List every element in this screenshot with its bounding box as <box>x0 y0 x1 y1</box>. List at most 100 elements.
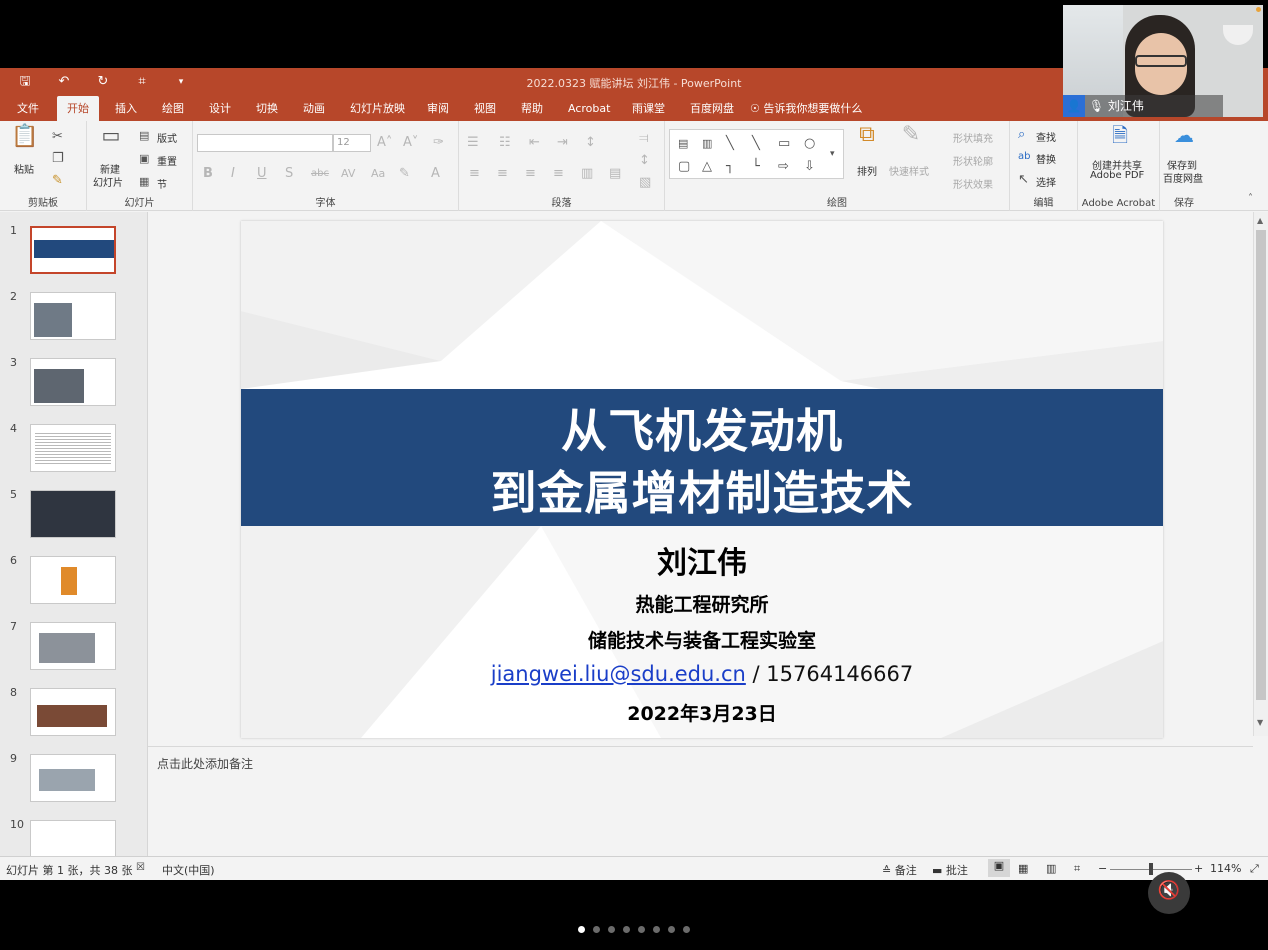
notes-button[interactable]: ≙ 备注 <box>882 862 917 878</box>
normal-view-icon[interactable]: ▣ <box>988 859 1010 877</box>
create-pdf-icon[interactable]: 🗎 <box>1108 125 1132 151</box>
cut-icon[interactable]: ✂ <box>52 129 63 145</box>
numbering-icon[interactable]: ☷ <box>499 135 511 151</box>
rectangle-shape-icon[interactable]: ▭ <box>778 136 790 152</box>
tab-slideshow[interactable]: 幻灯片放映 <box>340 96 415 121</box>
email-link[interactable]: jiangwei.liu@sdu.edu.cn <box>491 662 746 686</box>
reading-view-icon[interactable]: ▥ <box>1046 862 1056 875</box>
tab-animations[interactable]: 动画 <box>293 96 335 121</box>
reset-button[interactable]: 重置 <box>157 153 177 168</box>
shape-outline-button[interactable]: 形状轮廓 <box>953 153 993 168</box>
tab-design[interactable]: 设计 <box>199 96 241 121</box>
shadow-icon[interactable]: S <box>285 166 293 182</box>
slide-thumbnail-3[interactable] <box>30 358 116 406</box>
page-dot[interactable] <box>653 926 660 933</box>
paste-button[interactable]: 粘贴 <box>14 161 34 176</box>
arrange-button[interactable]: 排列 <box>857 163 877 178</box>
line-shape-icon[interactable]: ╲ <box>726 136 734 152</box>
adobe-pdf-label[interactable]: Adobe PDF <box>1090 170 1144 181</box>
comments-button[interactable]: ▬ 批注 <box>932 862 968 878</box>
zoom-slider-thumb[interactable] <box>1149 863 1153 875</box>
right-arrow-shape-icon[interactable]: ⇨ <box>778 159 789 175</box>
page-dot[interactable] <box>608 926 615 933</box>
new-slide-label-2[interactable]: 幻灯片 <box>93 174 123 189</box>
tab-review[interactable]: 审阅 <box>417 96 459 121</box>
connector-shape-icon[interactable]: ┐ <box>726 159 734 175</box>
scroll-thumb[interactable] <box>1256 230 1266 700</box>
smartart-icon[interactable]: ▧ <box>639 175 651 191</box>
layout-button[interactable]: 版式 <box>157 130 177 145</box>
collapse-ribbon-icon[interactable]: ˄ <box>1248 191 1253 207</box>
shape-fill-button[interactable]: 形状填充 <box>953 130 993 145</box>
font-name-input[interactable] <box>197 134 333 152</box>
tab-baidu-netdisk[interactable]: 百度网盘 <box>680 96 744 121</box>
notes-pane[interactable]: 点击此处添加备注 <box>148 746 1253 856</box>
baidu-label[interactable]: 百度网盘 <box>1163 170 1203 185</box>
select-button[interactable]: 选择 <box>1036 174 1056 189</box>
italic-icon[interactable]: I <box>231 166 235 182</box>
slide-thumbnail-5[interactable] <box>30 490 116 538</box>
slide-thumbnail-4[interactable] <box>30 424 116 472</box>
new-slide-icon[interactable]: ▭ <box>97 125 125 155</box>
slide-canvas[interactable]: 从飞机发动机 到金属增材制造技术 刘江伟 热能工程研究所 储能技术与装备工程实验… <box>241 221 1163 738</box>
section-button[interactable]: 节 <box>157 176 167 191</box>
font-size-input[interactable]: 12 <box>333 134 371 152</box>
font-color-icon[interactable]: A <box>431 166 440 182</box>
down-arrow-shape-icon[interactable]: ⇩ <box>804 159 815 175</box>
align-right-icon[interactable]: ≡ <box>525 166 536 182</box>
highlight-icon[interactable]: ✎ <box>399 166 410 182</box>
tab-view[interactable]: 视图 <box>464 96 506 121</box>
video-tile[interactable]: 👤 🎙 刘江伟 <box>1063 5 1263 117</box>
increase-indent-icon[interactable]: ⇥ <box>557 135 568 151</box>
align-center-icon[interactable]: ≡ <box>497 166 508 182</box>
decrease-font-icon[interactable]: A˅ <box>403 135 418 151</box>
slide-thumbnail-pane[interactable]: 1 2 3 4 5 6 7 8 9 10 <box>0 212 148 856</box>
justify-icon[interactable]: ≡ <box>553 166 564 182</box>
baidu-cloud-icon[interactable]: ☁ <box>1170 125 1198 151</box>
align-left-icon[interactable]: ≡ <box>469 166 480 182</box>
page-dot[interactable] <box>638 926 645 933</box>
slideshow-view-icon[interactable]: ⌗ <box>1074 862 1080 876</box>
slide-thumbnail-1[interactable] <box>30 226 116 274</box>
slide-thumbnail-2[interactable] <box>30 292 116 340</box>
replace-button[interactable]: 替换 <box>1036 151 1056 166</box>
page-dot[interactable] <box>593 926 600 933</box>
tab-file[interactable]: 文件 <box>7 96 49 121</box>
rounded-rect-shape-icon[interactable]: ▢ <box>678 159 690 175</box>
tab-rain-classroom[interactable]: 雨课堂 <box>622 96 675 121</box>
strikethrough-icon[interactable]: abc <box>311 166 329 182</box>
page-dot[interactable] <box>668 926 675 933</box>
tab-acrobat[interactable]: Acrobat <box>558 96 620 121</box>
scroll-up-icon[interactable]: ▲ <box>1257 216 1263 225</box>
vertical-scrollbar[interactable]: ▲ ▼ <box>1253 212 1268 736</box>
notes-placeholder[interactable]: 点击此处添加备注 <box>157 755 253 772</box>
mute-button[interactable]: 🔇 <box>1148 872 1190 914</box>
tell-me-box[interactable]: ☉ 告诉我你想要做什么 <box>740 96 872 121</box>
page-dot[interactable] <box>578 926 585 933</box>
elbow-connector-shape-icon[interactable]: └ <box>752 159 760 175</box>
vertical-textbox-shape-icon[interactable]: ▥ <box>702 136 712 152</box>
tab-home[interactable]: 开始 <box>57 96 99 121</box>
tab-draw[interactable]: 绘图 <box>152 96 194 121</box>
gallery-more-icon[interactable]: ▾ <box>830 146 835 162</box>
slide-thumbnail-6[interactable] <box>30 556 116 604</box>
arrange-icon[interactable]: ⧉ <box>851 124 883 155</box>
oval-shape-icon[interactable]: ○ <box>804 136 815 152</box>
text-direction-icon[interactable]: ⫤ <box>639 131 649 147</box>
paste-icon[interactable]: 📋 <box>10 126 40 159</box>
tab-insert[interactable]: 插入 <box>105 96 147 121</box>
shape-effects-button[interactable]: 形状效果 <box>953 176 993 191</box>
zoom-in-icon[interactable]: + <box>1194 862 1203 875</box>
triangle-shape-icon[interactable]: △ <box>702 159 712 175</box>
quick-styles-button[interactable]: 快速样式 <box>889 163 929 178</box>
increase-font-icon[interactable]: A˄ <box>377 135 392 151</box>
tab-transitions[interactable]: 切换 <box>246 96 288 121</box>
language-indicator[interactable]: 中文(中国) <box>162 862 215 878</box>
copy-icon[interactable]: ❐ <box>52 151 64 167</box>
fit-slide-icon[interactable]: ⤢ <box>1250 862 1259 876</box>
slide-thumbnail-7[interactable] <box>30 622 116 670</box>
line-spacing-icon[interactable]: ↕ <box>585 135 596 151</box>
distribute-icon[interactable]: ▤ <box>609 166 621 182</box>
arrow-line-shape-icon[interactable]: ╲ <box>752 136 760 152</box>
zoom-level[interactable]: 114% <box>1210 862 1241 875</box>
